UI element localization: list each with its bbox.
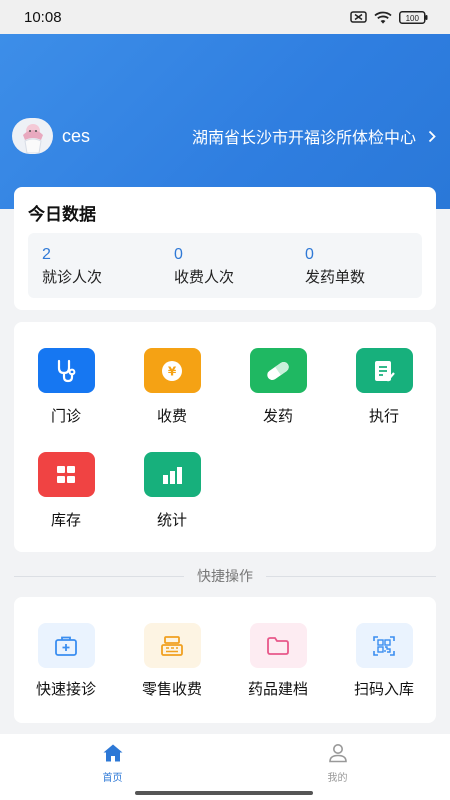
qr-scan-icon (355, 623, 413, 668)
home-indicator (135, 791, 313, 795)
quick-retail-charge[interactable]: 零售收费 (122, 623, 222, 699)
menu-label: 门诊 (50, 407, 81, 425)
stat-label: 就诊人次 (42, 268, 103, 286)
yen-coin-icon: ¥ (143, 348, 201, 393)
menu-label: 收费 (156, 407, 187, 425)
header-banner: ces 湖南省长沙市开福诊所体检中心 (0, 34, 450, 209)
tab-label: 我的 (327, 773, 348, 784)
pill-icon (249, 348, 307, 393)
stat-charges[interactable]: 0 收费人次 (174, 245, 234, 288)
quick-label: 零售收费 (141, 680, 202, 698)
menu-label: 执行 (368, 407, 399, 425)
stat-value: 0 (174, 246, 183, 263)
user-name[interactable]: ces (62, 126, 90, 147)
menu-charge[interactable]: ¥ 收费 (132, 348, 212, 426)
status-bar: 10:08 100 (0, 0, 450, 34)
avatar[interactable] (12, 118, 53, 154)
divider-line (14, 575, 184, 577)
grid-icon (37, 452, 95, 497)
folder-icon (249, 623, 307, 668)
menu-label: 发药 (262, 407, 293, 425)
battery-icon: 100 (399, 10, 428, 24)
user-icon (327, 743, 349, 767)
medical-kit-icon (37, 623, 95, 668)
clinic-selector[interactable]: 湖南省长沙市开福诊所体检中心 (192, 124, 436, 148)
function-menu-card: 门诊 ¥ 收费 发药 执行 库存 统计 (14, 322, 436, 552)
quick-label: 扫码入库 (353, 680, 414, 698)
quick-scan-stock-in[interactable]: 扫码入库 (334, 623, 434, 699)
menu-label: 库存 (50, 511, 81, 529)
quick-drug-record[interactable]: 药品建档 (228, 623, 328, 699)
status-time: 10:08 (24, 8, 62, 26)
chevron-right-icon (428, 130, 436, 143)
stats-box: 2 就诊人次 0 收费人次 0 发药单数 (28, 233, 422, 298)
battery-level: 100 (406, 13, 420, 22)
bar-chart-icon (143, 452, 201, 497)
menu-inventory[interactable]: 库存 (26, 452, 106, 530)
quick-actions-divider: 快捷操作 (14, 565, 436, 587)
today-title: 今日数据 (28, 205, 96, 225)
wifi-icon (374, 11, 392, 24)
stethoscope-icon (37, 348, 95, 393)
status-icons: 100 (350, 10, 428, 24)
menu-outpatient[interactable]: 门诊 (26, 348, 106, 426)
menu-label: 统计 (156, 511, 187, 529)
quick-actions-title: 快捷操作 (197, 569, 253, 585)
menu-statistics[interactable]: 统计 (132, 452, 212, 530)
tab-label: 首页 (102, 773, 123, 784)
profile-row: ces 湖南省长沙市开福诊所体检中心 (12, 118, 436, 154)
checklist-icon (355, 348, 413, 393)
stat-label: 收费人次 (174, 268, 235, 286)
divider-line (266, 575, 436, 577)
stat-value: 2 (42, 246, 51, 263)
no-sim-icon (350, 11, 367, 23)
menu-dispense[interactable]: 发药 (238, 348, 318, 426)
stat-dispense[interactable]: 0 发药单数 (305, 245, 365, 288)
quick-actions-card: 快速接诊 零售收费 药品建档 扫码入库 (14, 597, 436, 723)
home-icon (102, 743, 124, 767)
stat-value: 0 (305, 246, 314, 263)
clinic-name: 湖南省长沙市开福诊所体检中心 (191, 128, 416, 147)
menu-execute[interactable]: 执行 (344, 348, 424, 426)
stat-visits[interactable]: 2 就诊人次 (42, 245, 102, 288)
quick-label: 药品建档 (247, 680, 308, 698)
today-data-card: 今日数据 2 就诊人次 0 收费人次 0 发药单数 (14, 187, 436, 310)
stat-label: 发药单数 (305, 268, 366, 286)
cash-register-icon (143, 623, 201, 668)
svg-text:¥: ¥ (168, 364, 177, 378)
quick-fast-visit[interactable]: 快速接诊 (16, 623, 116, 699)
quick-label: 快速接诊 (35, 680, 96, 698)
